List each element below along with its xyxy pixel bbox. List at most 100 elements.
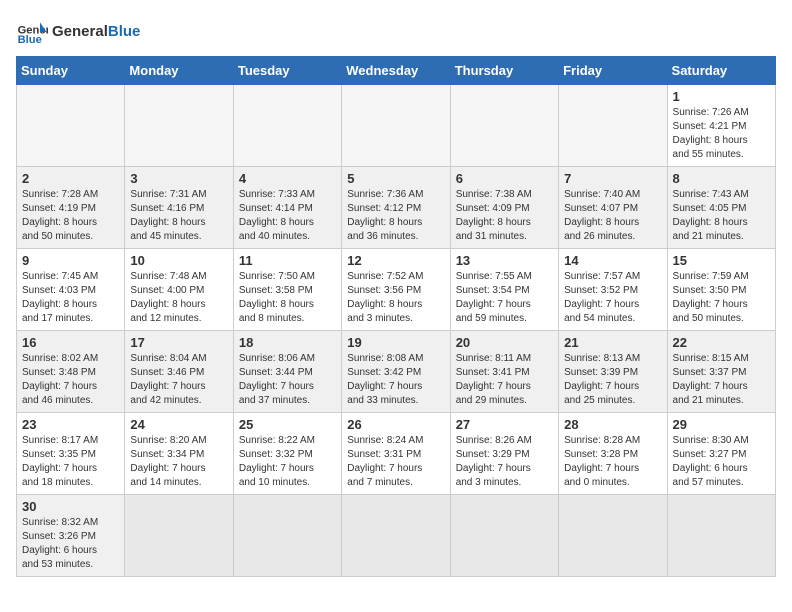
- calendar-header-tuesday: Tuesday: [233, 57, 341, 85]
- calendar-cell: 28Sunrise: 8:28 AM Sunset: 3:28 PM Dayli…: [559, 413, 667, 495]
- logo-text: GeneralBlue: [52, 24, 140, 41]
- calendar-cell: 27 Sunrise: 8:26 AM Sunset: 3:29 PM Dayli…: [450, 413, 558, 495]
- calendar-header-wednesday: Wednesday: [342, 57, 450, 85]
- day-info: Sunrise: 8:22 AM Sunset: 3:32 PM Dayligh…: [239, 434, 336, 490]
- day-number: 17: [130, 335, 227, 350]
- calendar-week-row: 2 Sunrise: 7:28 AM Sunset: 4:19 PM Daylig…: [17, 167, 776, 249]
- calendar-cell: [559, 495, 667, 577]
- day-info: Sunrise: 7:45 AM Sunset: 4:03 PM Dayligh…: [22, 270, 119, 326]
- day-info: Sunrise: 8:17 AM Sunset: 3:35 PM Dayligh…: [22, 434, 119, 490]
- day-number: 8: [673, 171, 770, 186]
- calendar-header-sunday: Sunday: [17, 57, 125, 85]
- day-number: 5: [347, 171, 444, 186]
- calendar-week-row: 1 Sunrise: 7:26 AM Sunset: 4:21 PM Daylig…: [17, 85, 776, 167]
- day-info: Sunrise: 8:30 AM Sunset: 3:27 PM Dayligh…: [673, 434, 770, 490]
- day-number: 29: [673, 417, 770, 432]
- calendar-cell: [559, 85, 667, 167]
- day-info: Sunrise: 8:26 AM Sunset: 3:29 PM Dayligh…: [456, 434, 553, 490]
- day-number: 1: [673, 89, 770, 104]
- day-number: 18: [239, 335, 336, 350]
- calendar-cell: [125, 85, 233, 167]
- logo: General Blue GeneralBlue: [16, 16, 140, 48]
- calendar-cell: [233, 85, 341, 167]
- day-number: 2: [22, 171, 119, 186]
- calendar-cell: 11 Sunrise: 7:50 AM Sunset: 3:58 PM Dayli…: [233, 249, 341, 331]
- day-info: Sunrise: 8:24 AM Sunset: 3:31 PM Dayligh…: [347, 434, 444, 490]
- day-info: Sunrise: 7:48 AM Sunset: 4:00 PM Dayligh…: [130, 270, 227, 326]
- day-info: Sunrise: 7:57 AM Sunset: 3:52 PM Dayligh…: [564, 270, 661, 326]
- calendar-week-row: 16Sunrise: 8:02 AM Sunset: 3:48 PM Dayli…: [17, 331, 776, 413]
- calendar-cell: [342, 495, 450, 577]
- calendar-cell: 13 Sunrise: 7:55 AM Sunset: 3:54 PM Dayli…: [450, 249, 558, 331]
- day-number: 4: [239, 171, 336, 186]
- calendar-cell: 12 Sunrise: 7:52 AM Sunset: 3:56 PM Dayli…: [342, 249, 450, 331]
- day-info: Sunrise: 7:55 AM Sunset: 3:54 PM Dayligh…: [456, 270, 553, 326]
- calendar-cell: 29 Sunrise: 8:30 AM Sunset: 3:27 PM Dayli…: [667, 413, 775, 495]
- day-number: 30: [22, 499, 119, 514]
- day-info: Sunrise: 7:38 AM Sunset: 4:09 PM Dayligh…: [456, 188, 553, 244]
- day-number: 7: [564, 171, 661, 186]
- calendar-cell: 15 Sunrise: 7:59 AM Sunset: 3:50 PM Dayli…: [667, 249, 775, 331]
- calendar-cell: 4 Sunrise: 7:33 AM Sunset: 4:14 PM Daylig…: [233, 167, 341, 249]
- day-number: 13: [456, 253, 553, 268]
- calendar-week-row: 23Sunrise: 8:17 AM Sunset: 3:35 PM Dayli…: [17, 413, 776, 495]
- calendar-cell: 19 Sunrise: 8:08 AM Sunset: 3:42 PM Dayli…: [342, 331, 450, 413]
- day-number: 28: [564, 417, 661, 432]
- calendar-cell: 10Sunrise: 7:48 AM Sunset: 4:00 PM Dayli…: [125, 249, 233, 331]
- day-number: 12: [347, 253, 444, 268]
- day-number: 11: [239, 253, 336, 268]
- day-number: 27: [456, 417, 553, 432]
- day-number: 19: [347, 335, 444, 350]
- day-info: Sunrise: 8:11 AM Sunset: 3:41 PM Dayligh…: [456, 352, 553, 408]
- calendar-cell: 16Sunrise: 8:02 AM Sunset: 3:48 PM Dayli…: [17, 331, 125, 413]
- day-info: Sunrise: 7:33 AM Sunset: 4:14 PM Dayligh…: [239, 188, 336, 244]
- header: General Blue GeneralBlue: [16, 16, 776, 48]
- calendar-cell: 22Sunrise: 8:15 AM Sunset: 3:37 PM Dayli…: [667, 331, 775, 413]
- day-number: 15: [673, 253, 770, 268]
- day-number: 3: [130, 171, 227, 186]
- calendar-cell: [450, 85, 558, 167]
- calendar-cell: 8 Sunrise: 7:43 AM Sunset: 4:05 PM Daylig…: [667, 167, 775, 249]
- calendar-cell: 14Sunrise: 7:57 AM Sunset: 3:52 PM Dayli…: [559, 249, 667, 331]
- day-number: 6: [456, 171, 553, 186]
- day-info: Sunrise: 7:50 AM Sunset: 3:58 PM Dayligh…: [239, 270, 336, 326]
- day-info: Sunrise: 7:43 AM Sunset: 4:05 PM Dayligh…: [673, 188, 770, 244]
- calendar-header-saturday: Saturday: [667, 57, 775, 85]
- day-info: Sunrise: 7:40 AM Sunset: 4:07 PM Dayligh…: [564, 188, 661, 244]
- day-info: Sunrise: 7:28 AM Sunset: 4:19 PM Dayligh…: [22, 188, 119, 244]
- calendar-cell: 7 Sunrise: 7:40 AM Sunset: 4:07 PM Daylig…: [559, 167, 667, 249]
- calendar-week-row: 30Sunrise: 8:32 AM Sunset: 3:26 PM Dayli…: [17, 495, 776, 577]
- calendar: SundayMondayTuesdayWednesdayThursdayFrid…: [16, 56, 776, 577]
- day-info: Sunrise: 8:06 AM Sunset: 3:44 PM Dayligh…: [239, 352, 336, 408]
- day-info: Sunrise: 8:02 AM Sunset: 3:48 PM Dayligh…: [22, 352, 119, 408]
- calendar-cell: [125, 495, 233, 577]
- calendar-cell: 9 Sunrise: 7:45 AM Sunset: 4:03 PM Daylig…: [17, 249, 125, 331]
- day-number: 20: [456, 335, 553, 350]
- calendar-cell: [450, 495, 558, 577]
- day-number: 25: [239, 417, 336, 432]
- day-info: Sunrise: 7:59 AM Sunset: 3:50 PM Dayligh…: [673, 270, 770, 326]
- day-info: Sunrise: 7:31 AM Sunset: 4:16 PM Dayligh…: [130, 188, 227, 244]
- calendar-cell: 6 Sunrise: 7:38 AM Sunset: 4:09 PM Daylig…: [450, 167, 558, 249]
- day-info: Sunrise: 8:04 AM Sunset: 3:46 PM Dayligh…: [130, 352, 227, 408]
- day-info: Sunrise: 8:20 AM Sunset: 3:34 PM Dayligh…: [130, 434, 227, 490]
- calendar-cell: [233, 495, 341, 577]
- day-info: Sunrise: 8:08 AM Sunset: 3:42 PM Dayligh…: [347, 352, 444, 408]
- day-info: Sunrise: 7:52 AM Sunset: 3:56 PM Dayligh…: [347, 270, 444, 326]
- calendar-header-row: SundayMondayTuesdayWednesdayThursdayFrid…: [17, 57, 776, 85]
- day-number: 24: [130, 417, 227, 432]
- calendar-cell: 21Sunrise: 8:13 AM Sunset: 3:39 PM Dayli…: [559, 331, 667, 413]
- svg-text:Blue: Blue: [18, 34, 42, 46]
- day-number: 9: [22, 253, 119, 268]
- day-info: Sunrise: 7:36 AM Sunset: 4:12 PM Dayligh…: [347, 188, 444, 244]
- calendar-cell: 30Sunrise: 8:32 AM Sunset: 3:26 PM Dayli…: [17, 495, 125, 577]
- calendar-cell: 25 Sunrise: 8:22 AM Sunset: 3:32 PM Dayli…: [233, 413, 341, 495]
- calendar-header-thursday: Thursday: [450, 57, 558, 85]
- day-info: Sunrise: 7:26 AM Sunset: 4:21 PM Dayligh…: [673, 106, 770, 162]
- calendar-cell: 24 Sunrise: 8:20 AM Sunset: 3:34 PM Dayli…: [125, 413, 233, 495]
- day-number: 26: [347, 417, 444, 432]
- calendar-cell: 5 Sunrise: 7:36 AM Sunset: 4:12 PM Daylig…: [342, 167, 450, 249]
- calendar-cell: 23Sunrise: 8:17 AM Sunset: 3:35 PM Dayli…: [17, 413, 125, 495]
- calendar-header-friday: Friday: [559, 57, 667, 85]
- calendar-cell: 20 Sunrise: 8:11 AM Sunset: 3:41 PM Dayli…: [450, 331, 558, 413]
